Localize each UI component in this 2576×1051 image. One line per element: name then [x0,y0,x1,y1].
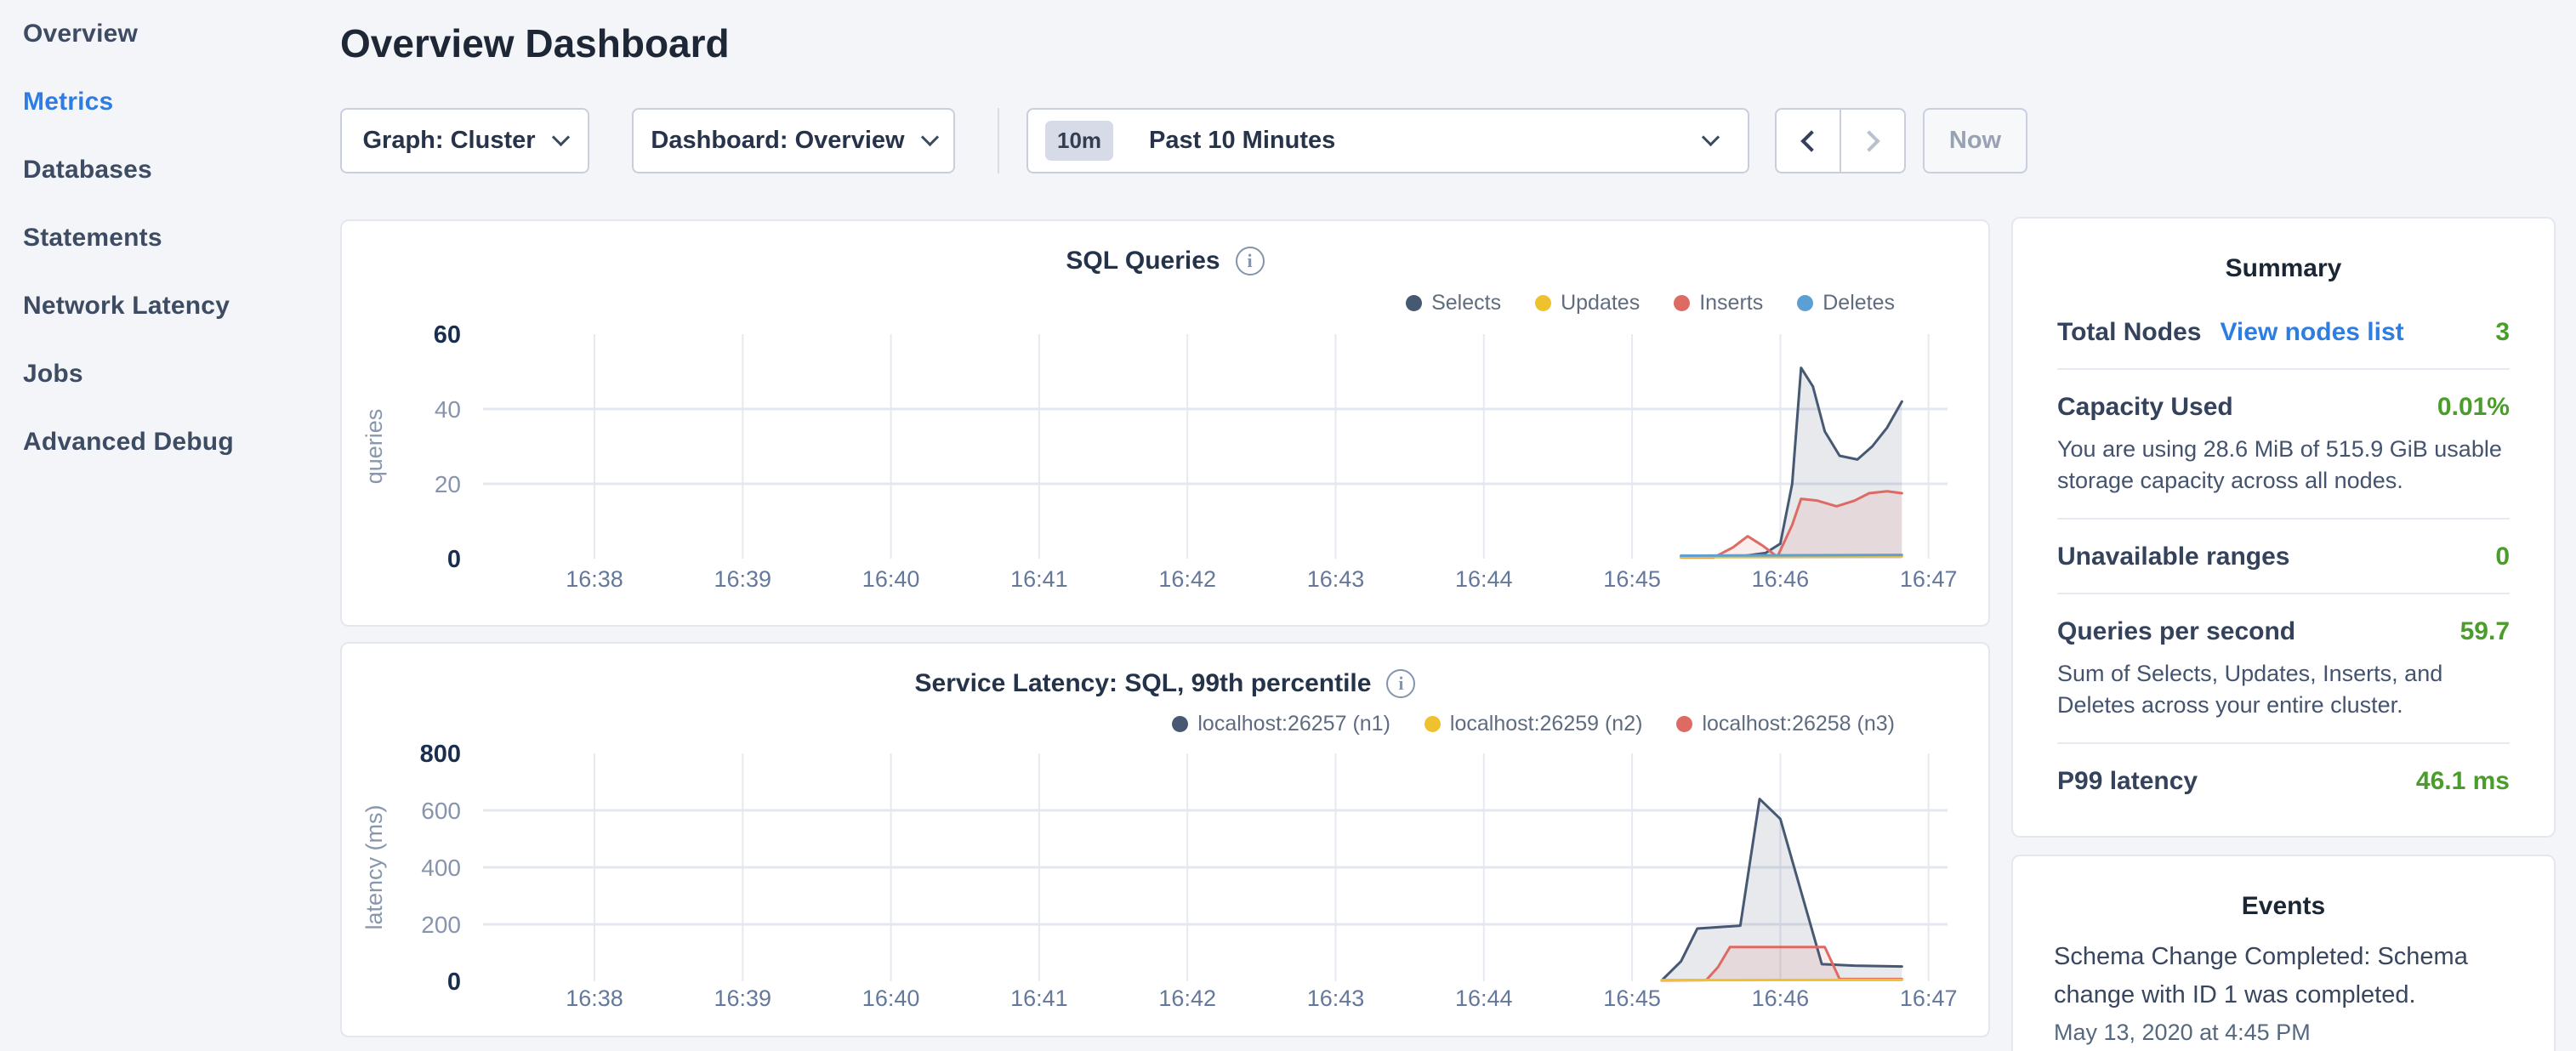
now-button[interactable]: Now [1923,108,2027,173]
summary-row-value: 46.1 ms [2416,767,2510,796]
sidebar-item-advanced-debug[interactable]: Advanced Debug [0,408,323,476]
x-tick-label: 16:45 [1603,986,1661,1011]
x-tick-label: 16:42 [1158,986,1216,1011]
x-tick-label: 16:40 [862,986,920,1011]
x-tick-label: 16:38 [566,986,623,1011]
service-latency-plot[interactable]: 16:38 16:39 16:40 16:41 16:42 16:43 16:44 16:45… [342,644,1992,1039]
summary-row-description: You are using 28.6 MiB of 515.9 GiB usab… [2057,434,2510,497]
y-tick-label: 0 [447,969,461,996]
summary-panel: Summary Total Nodes View nodes list 3 Ca… [2011,217,2556,838]
chevron-down-icon [920,128,938,146]
sidebar-item-statements[interactable]: Statements [0,204,323,272]
y-axis-label: latency (ms) [361,804,387,929]
x-tick-label: 16:43 [1307,986,1365,1011]
service-latency-chart-card: Service Latency: SQL, 99th percentile i … [340,642,1990,1037]
summary-row-label: P99 latency [2057,767,2198,796]
summary-row-value: 0 [2495,543,2510,571]
x-tick-label: 16:38 [566,566,623,592]
series-line [1681,555,1902,556]
summary-row-description: Sum of Selects, Updates, Inserts, and De… [2057,658,2510,721]
summary-row-label: Queries per second [2057,617,2295,646]
y-tick-label: 40 [435,396,461,423]
time-forward-button[interactable] [1840,110,1904,172]
sidebar-item-jobs[interactable]: Jobs [0,340,323,408]
y-tick-label: 200 [421,912,461,938]
time-pager [1775,108,1906,173]
x-tick-label: 16:41 [1010,986,1068,1011]
summary-row-label: Capacity Used [2057,393,2233,422]
x-tick-label: 16:41 [1010,566,1068,592]
sidebar: Overview Metrics Databases Statements Ne… [0,0,323,1051]
summary-row-label: Unavailable ranges [2057,543,2289,571]
event-message: Schema Change Completed: Schema change w… [2054,938,2513,1014]
summary-row-value: 0.01% [2437,393,2510,422]
chevron-down-icon [1702,128,1720,146]
sidebar-item-overview[interactable]: Overview [0,0,323,68]
y-axis-label: queries [361,409,387,485]
sidebar-item-metrics[interactable]: Metrics [0,68,323,136]
time-range-badge: 10m [1045,121,1113,161]
dashboard-dropdown-label: Dashboard: Overview [651,127,904,155]
chevron-right-icon [1858,130,1879,151]
summary-title: Summary [2013,219,2554,283]
time-range-label: Past 10 Minutes [1149,127,1704,155]
summary-row-p99-latency: P99 latency 46.1 ms [2057,744,2510,817]
y-tick-label: 60 [434,321,461,349]
summary-row-value: 3 [2495,318,2510,347]
x-tick-label: 16:47 [1900,986,1958,1011]
y-tick-label: 400 [421,855,461,881]
y-tick-label: 600 [421,798,461,824]
app-root: Overview Metrics Databases Statements Ne… [0,0,2576,1051]
x-tick-label: 16:46 [1752,986,1810,1011]
sql-queries-plot[interactable]: 16:38 16:39 16:40 16:41 16:42 16:43 16:44 16:45… [342,221,1992,628]
summary-row-total-nodes: Total Nodes View nodes list 3 [2057,295,2510,370]
x-tick-label: 16:46 [1752,566,1810,592]
time-range-dropdown[interactable]: 10m Past 10 Minutes [1026,108,1749,173]
sql-queries-chart-card: SQL Queries i SelectsUpdatesInsertsDelet… [340,219,1990,627]
sidebar-item-databases[interactable]: Databases [0,136,323,204]
x-tick-label: 16:39 [714,566,772,592]
summary-row-value: 59.7 [2460,617,2510,646]
sidebar-item-network-latency[interactable]: Network Latency [0,272,323,340]
y-tick-label: 800 [420,741,461,768]
x-tick-label: 16:43 [1307,566,1365,592]
x-tick-label: 16:42 [1158,566,1216,592]
summary-row-capacity-used: Capacity Used 0.01% You are using 28.6 M… [2057,370,2510,520]
events-title: Events [2013,856,2554,921]
view-nodes-list-link[interactable]: View nodes list [2220,318,2403,347]
y-tick-label: 20 [435,471,461,497]
summary-row-unavailable-ranges: Unavailable ranges 0 [2057,520,2510,594]
x-tick-label: 16:40 [862,566,920,592]
chevron-left-icon [1800,130,1822,151]
event-timestamp: May 13, 2020 at 4:45 PM [2054,1020,2513,1046]
x-tick-label: 16:47 [1900,566,1958,592]
chevron-down-icon [551,128,569,146]
y-tick-label: 0 [447,546,461,573]
summary-row-queries-per-second: Queries per second 59.7 Sum of Selects, … [2057,594,2510,744]
events-panel: Events Schema Change Completed: Schema c… [2011,855,2556,1051]
x-tick-label: 16:39 [714,986,772,1011]
summary-row-label: Total Nodes [2057,318,2201,347]
x-tick-label: 16:44 [1455,566,1513,592]
dashboard-dropdown[interactable]: Dashboard: Overview [632,108,955,173]
toolbar-divider [998,108,999,173]
graph-dropdown[interactable]: Graph: Cluster [340,108,589,173]
x-tick-label: 16:44 [1455,986,1513,1011]
event-list-item: Schema Change Completed: Schema change w… [2013,921,2554,1046]
x-tick-label: 16:45 [1603,566,1661,592]
page-title: Overview Dashboard [340,20,730,66]
graph-dropdown-label: Graph: Cluster [362,127,535,155]
time-back-button[interactable] [1777,110,1840,172]
